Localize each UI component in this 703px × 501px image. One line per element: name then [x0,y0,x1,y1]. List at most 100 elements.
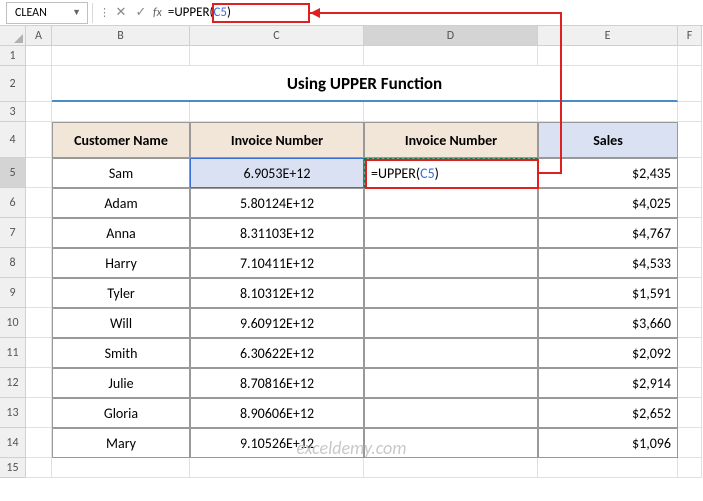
cell[interactable] [364,458,538,478]
table-cell-invoice[interactable]: 8.70816E+12 [190,368,364,398]
table-cell-blank[interactable] [364,308,538,338]
row-header[interactable]: 14 [0,428,26,458]
chevron-down-icon[interactable]: ▼ [72,7,81,18]
cell[interactable] [678,398,702,428]
table-header-sales[interactable]: Sales [538,122,678,158]
cell[interactable] [52,46,190,66]
table-cell-blank[interactable] [364,278,538,308]
cell[interactable] [364,46,538,66]
cell[interactable] [26,308,52,338]
cell[interactable] [26,368,52,398]
table-cell-sales[interactable]: $2,914 [538,368,678,398]
row-header[interactable]: 15 [0,458,26,478]
table-cell-name[interactable]: Smith [52,338,190,368]
cell[interactable] [26,428,52,458]
cell[interactable] [678,188,702,218]
table-cell-name[interactable]: Gloria [52,398,190,428]
table-cell-invoice[interactable]: 9.60912E+12 [190,308,364,338]
cell[interactable] [364,102,538,122]
fx-icon[interactable]: fx [153,6,162,20]
col-header-d[interactable]: D [364,26,538,46]
table-cell-sales[interactable]: $1,591 [538,278,678,308]
cell[interactable] [26,102,52,122]
table-cell-sales[interactable]: $2,435 [538,158,678,188]
cancel-icon[interactable]: ✕ [111,3,131,23]
page-title[interactable]: Using UPPER Function [52,66,678,102]
table-cell-name[interactable]: Anna [52,218,190,248]
cell[interactable] [26,398,52,428]
select-all-corner[interactable] [0,26,26,46]
cell[interactable] [678,248,702,278]
table-cell-name[interactable]: Mary [52,428,190,458]
table-cell-invoice[interactable]: 6.9053E+12 [190,158,364,188]
row-header[interactable]: 7 [0,218,26,248]
cell[interactable] [678,308,702,338]
row-header[interactable]: 1 [0,46,26,66]
table-header-invoice2[interactable]: Invoice Number [364,122,538,158]
cell[interactable] [678,368,702,398]
table-cell-name[interactable]: Adam [52,188,190,218]
table-cell-blank[interactable] [364,248,538,278]
row-header[interactable]: 9 [0,278,26,308]
table-cell-invoice[interactable]: 5.80124E+12 [190,188,364,218]
cell[interactable] [678,278,702,308]
table-cell-blank[interactable] [364,188,538,218]
table-header-invoice1[interactable]: Invoice Number [190,122,364,158]
row-header[interactable]: 8 [0,248,26,278]
table-cell-invoice[interactable]: 8.90606E+12 [190,398,364,428]
cell[interactable] [190,46,364,66]
row-header[interactable]: 10 [0,308,26,338]
table-cell-invoice[interactable]: 8.31103E+12 [190,218,364,248]
row-header[interactable]: 11 [0,338,26,368]
cell[interactable] [26,46,52,66]
row-header[interactable]: 4 [0,122,26,158]
table-cell-name[interactable]: Sam [52,158,190,188]
table-cell-sales[interactable]: $2,652 [538,398,678,428]
cell[interactable] [678,102,702,122]
table-cell-sales[interactable]: $4,533 [538,248,678,278]
table-cell-name[interactable]: Julie [52,368,190,398]
cell[interactable] [26,188,52,218]
cell[interactable] [52,458,190,478]
table-cell-name[interactable]: Harry [52,248,190,278]
table-cell-invoice[interactable]: 9.10526E+12 [190,428,364,458]
formula-input[interactable]: =UPPER(C5) [168,2,697,24]
row-header[interactable]: 13 [0,398,26,428]
cell[interactable] [538,46,678,66]
cell[interactable] [26,158,52,188]
name-box[interactable]: CLEAN ▼ [6,2,88,24]
row-header[interactable]: 6 [0,188,26,218]
cell[interactable] [26,458,52,478]
more-icon[interactable]: ⋮ [99,6,109,19]
col-header-b[interactable]: B [52,26,190,46]
cell[interactable] [26,278,52,308]
cell[interactable] [678,158,702,188]
row-header[interactable]: 12 [0,368,26,398]
table-cell-sales[interactable]: $1,096 [538,428,678,458]
table-cell-name[interactable]: Tyler [52,278,190,308]
row-header[interactable]: 2 [0,66,26,102]
cell[interactable] [678,66,702,102]
cell[interactable] [538,458,678,478]
accept-icon[interactable]: ✓ [131,3,151,23]
cell[interactable] [678,218,702,248]
table-cell-blank[interactable] [364,398,538,428]
col-header-c[interactable]: C [190,26,364,46]
cell[interactable] [538,102,678,122]
table-cell-blank[interactable] [364,368,538,398]
table-cell-sales[interactable]: $4,025 [538,188,678,218]
row-header[interactable]: 5 [0,158,26,188]
row-header[interactable]: 3 [0,102,26,122]
cell[interactable] [26,338,52,368]
cell[interactable] [52,102,190,122]
table-cell-blank[interactable] [364,218,538,248]
editing-cell[interactable]: =UPPER(C5) [364,158,538,188]
table-cell-sales[interactable]: $4,767 [538,218,678,248]
table-cell-sales[interactable]: $2,092 [538,338,678,368]
table-cell-blank[interactable] [364,428,538,458]
cell[interactable] [678,458,702,478]
cell[interactable] [678,428,702,458]
cell[interactable] [26,218,52,248]
cell[interactable] [678,338,702,368]
cell[interactable] [26,66,52,102]
